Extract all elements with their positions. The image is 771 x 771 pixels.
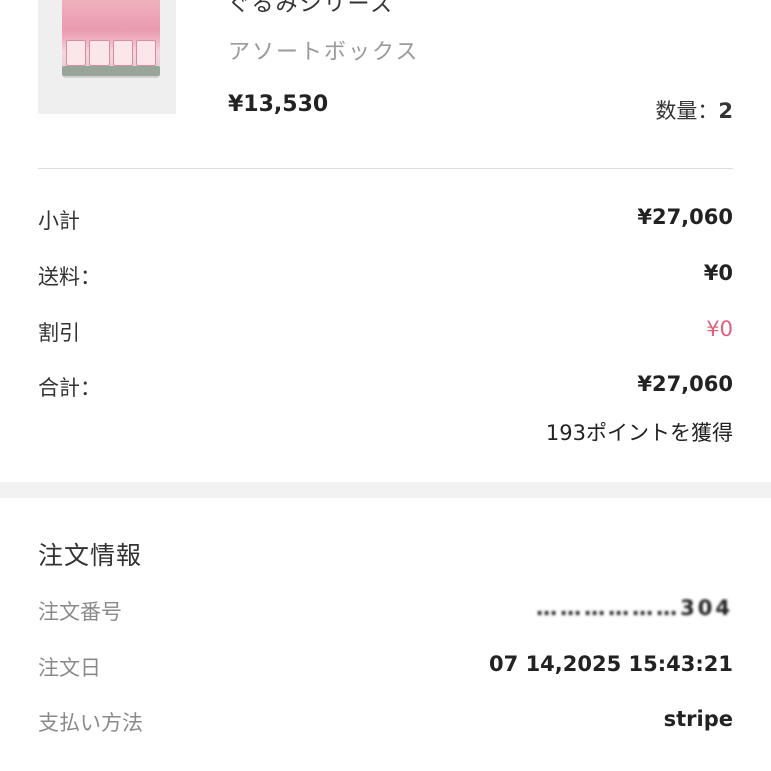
quantity-label: 数量： [655, 99, 719, 123]
total-row: 合計： ¥27,060 [38, 372, 733, 402]
section-divider [38, 168, 733, 169]
product-box-figures [66, 40, 156, 66]
payment-method-row: 支払い方法 stripe [38, 707, 733, 737]
product-series-name: ぐるみシリーズ [228, 0, 395, 17]
order-date-label: 注文日 [38, 656, 101, 680]
subtotal-value: ¥27,060 [637, 205, 733, 229]
subtotal-label: 小計 [38, 209, 80, 233]
quantity-value: 2 [718, 99, 733, 123]
total-value: ¥27,060 [637, 372, 733, 396]
product-quantity: 数量：2 [655, 95, 733, 125]
order-number-value: ………………304 [536, 596, 733, 620]
points-earned: 193ポイントを獲得 [545, 421, 733, 445]
shipping-row: 送料： ¥0 [38, 261, 733, 291]
discount-label: 割引 [38, 321, 80, 345]
payment-method-label: 支払い方法 [38, 711, 143, 735]
product-thumbnail[interactable] [38, 0, 176, 114]
total-label: 合計： [38, 376, 101, 400]
shipping-value: ¥0 [703, 261, 733, 285]
order-number-label: 注文番号 [38, 600, 122, 624]
payment-method-value: stripe [663, 707, 733, 731]
shipping-label: 送料： [38, 265, 101, 289]
order-number-row: 注文番号 ………………304 [38, 596, 733, 626]
order-item: ぐるみシリーズ アソートボックス ¥13,530 数量：2 [0, 0, 771, 170]
order-date-value: 07 14,2025 15:43:21 [489, 652, 733, 676]
subtotal-row: 小計 ¥27,060 [38, 205, 733, 235]
discount-value: ¥0 [706, 317, 733, 341]
product-unit-price: ¥13,530 [228, 92, 329, 117]
discount-row: 割引 ¥0 [38, 317, 733, 347]
order-date-row: 注文日 07 14,2025 15:43:21 [38, 652, 733, 682]
order-info-title: 注文情報 [38, 541, 143, 570]
product-variant: アソートボックス [228, 40, 420, 65]
section-separator-band [0, 482, 771, 498]
product-box-base [62, 66, 160, 76]
